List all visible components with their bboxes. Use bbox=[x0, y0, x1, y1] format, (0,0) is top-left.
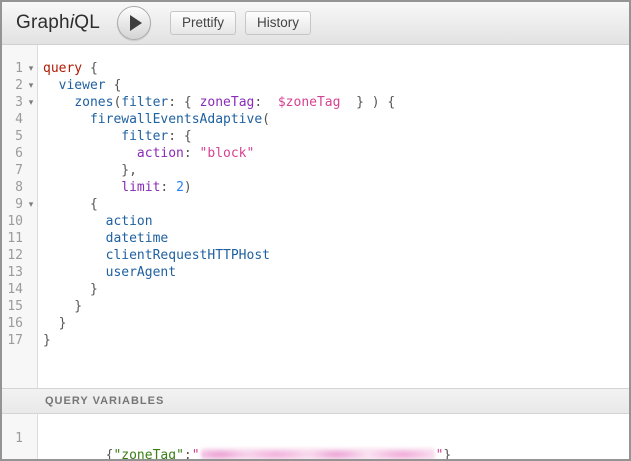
line-number: 3 bbox=[2, 94, 25, 111]
code-line: viewer { bbox=[43, 77, 629, 94]
code-line: action: "block" bbox=[43, 145, 629, 162]
variables-code-pane[interactable]: {"zoneTag":""} bbox=[38, 414, 629, 459]
gutter-row: 1▾ bbox=[2, 60, 37, 77]
variables-line: {"zoneTag":""} bbox=[43, 430, 629, 447]
fold-spacer bbox=[25, 264, 37, 281]
line-number: 12 bbox=[2, 247, 25, 264]
line-number: 16 bbox=[2, 315, 25, 332]
gutter-row: 5 bbox=[2, 128, 37, 145]
gutter-row: 1 bbox=[2, 430, 37, 447]
line-number: 7 bbox=[2, 162, 25, 179]
line-number: 14 bbox=[2, 281, 25, 298]
gutter-row: 16 bbox=[2, 315, 37, 332]
line-number: 9 bbox=[2, 196, 25, 213]
code-line: } bbox=[43, 332, 629, 349]
code-line: zones(filter: { zoneTag: $zoneTag } ) { bbox=[43, 94, 629, 111]
code-line: action bbox=[43, 213, 629, 230]
gutter-row: 8 bbox=[2, 179, 37, 196]
graphiql-logo: GraphiQL bbox=[16, 12, 100, 34]
line-number: 1 bbox=[2, 430, 25, 447]
gutter-row: 12 bbox=[2, 247, 37, 264]
fold-spacer bbox=[25, 230, 37, 247]
code-line: } bbox=[43, 315, 629, 332]
query-code-lines: query { viewer { zones(filter: { zoneTag… bbox=[43, 60, 629, 349]
history-button[interactable]: History bbox=[245, 11, 311, 35]
line-number: 17 bbox=[2, 332, 25, 349]
query-gutter: 1▾2▾3▾456789▾1011121314151617 bbox=[2, 45, 38, 388]
gutter-row: 15 bbox=[2, 298, 37, 315]
gutter-row: 7 bbox=[2, 162, 37, 179]
fold-arrow-icon[interactable]: ▾ bbox=[25, 77, 37, 94]
toolbar: GraphiQL Prettify History bbox=[2, 2, 629, 45]
fold-spacer bbox=[25, 430, 37, 447]
code-line: query { bbox=[43, 60, 629, 77]
execute-query-button[interactable] bbox=[117, 6, 151, 40]
line-number: 11 bbox=[2, 230, 25, 247]
line-number: 15 bbox=[2, 298, 25, 315]
fold-arrow-icon[interactable]: ▾ bbox=[25, 196, 37, 213]
redacted-zone-tag-value bbox=[201, 448, 435, 459]
code-line: { bbox=[43, 196, 629, 213]
code-line: filter: { bbox=[43, 128, 629, 145]
gutter-row: 10 bbox=[2, 213, 37, 230]
lint-error-squiggle: } bbox=[443, 448, 451, 459]
code-line: } bbox=[43, 298, 629, 315]
line-number: 2 bbox=[2, 77, 25, 94]
code-line: datetime bbox=[43, 230, 629, 247]
close-brace: } bbox=[443, 448, 451, 459]
fold-spacer bbox=[25, 162, 37, 179]
prettify-button[interactable]: Prettify bbox=[170, 11, 236, 35]
query-editor: 1▾2▾3▾456789▾1011121314151617 query { vi… bbox=[2, 45, 629, 388]
line-number: 6 bbox=[2, 145, 25, 162]
lint-error-squiggle: {"zoneTag" bbox=[106, 448, 184, 459]
fold-spacer bbox=[25, 247, 37, 264]
open-quote: " bbox=[192, 448, 200, 459]
gutter-row: 3▾ bbox=[2, 94, 37, 111]
query-gutter-rows: 1▾2▾3▾456789▾1011121314151617 bbox=[2, 60, 37, 349]
fold-spacer bbox=[25, 213, 37, 230]
gutter-row: 9▾ bbox=[2, 196, 37, 213]
code-line: userAgent bbox=[43, 264, 629, 281]
line-number: 1 bbox=[2, 60, 25, 77]
gutter-row: 6 bbox=[2, 145, 37, 162]
code-line: clientRequestHTTPHost bbox=[43, 247, 629, 264]
line-number: 13 bbox=[2, 264, 25, 281]
line-number: 8 bbox=[2, 179, 25, 196]
gutter-row: 14 bbox=[2, 281, 37, 298]
code-line: limit: 2) bbox=[43, 179, 629, 196]
fold-spacer bbox=[25, 315, 37, 332]
fold-spacer bbox=[25, 179, 37, 196]
graphiql-window: GraphiQL Prettify History 1▾2▾3▾456789▾1… bbox=[0, 0, 631, 461]
variables-gutter: 1 bbox=[2, 414, 38, 459]
logo-text-ql: QL bbox=[74, 12, 100, 33]
query-variables-editor: 1 {"zoneTag":""} bbox=[2, 414, 629, 459]
query-variables-header[interactable]: QUERY VARIABLES bbox=[2, 388, 629, 414]
fold-spacer bbox=[25, 128, 37, 145]
fold-arrow-icon[interactable]: ▾ bbox=[25, 60, 37, 77]
code-line: firewallEventsAdaptive( bbox=[43, 111, 629, 128]
gutter-row: 13 bbox=[2, 264, 37, 281]
gutter-row: 17 bbox=[2, 332, 37, 349]
code-line: }, bbox=[43, 162, 629, 179]
zone-tag-key: "zoneTag" bbox=[113, 448, 183, 459]
query-code-pane[interactable]: query { viewer { zones(filter: { zoneTag… bbox=[38, 45, 629, 388]
fold-spacer bbox=[25, 298, 37, 315]
fold-arrow-icon[interactable]: ▾ bbox=[25, 94, 37, 111]
colon: : bbox=[184, 448, 192, 459]
fold-spacer bbox=[25, 332, 37, 349]
gutter-row: 4 bbox=[2, 111, 37, 128]
fold-spacer bbox=[25, 145, 37, 162]
code-line: } bbox=[43, 281, 629, 298]
gutter-row: 11 bbox=[2, 230, 37, 247]
fold-spacer bbox=[25, 281, 37, 298]
line-number: 5 bbox=[2, 128, 25, 145]
fold-spacer bbox=[25, 111, 37, 128]
line-number: 4 bbox=[2, 111, 25, 128]
line-number: 10 bbox=[2, 213, 25, 230]
logo-text: Graph bbox=[16, 12, 70, 33]
gutter-row: 2▾ bbox=[2, 77, 37, 94]
play-icon bbox=[130, 15, 142, 31]
